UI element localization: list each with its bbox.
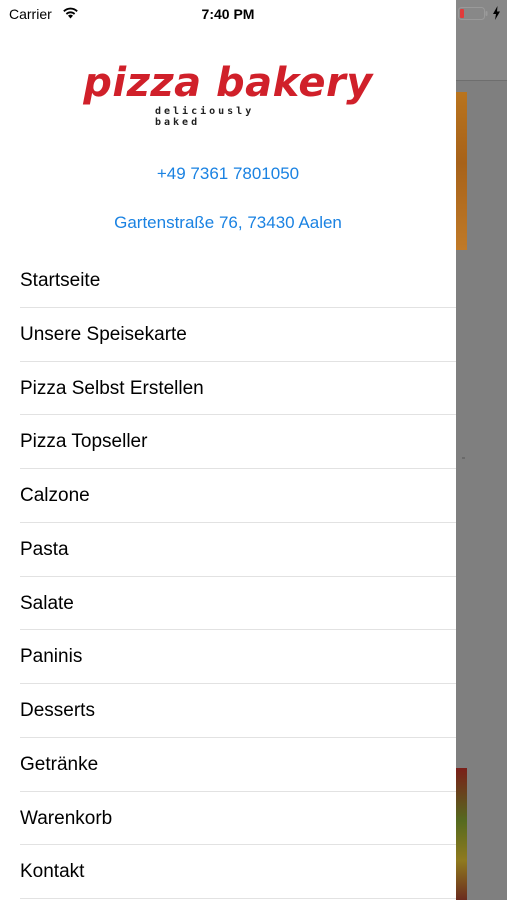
menu-item-label: Paninis (20, 646, 83, 668)
background-image-top (456, 92, 467, 250)
dimmed-background-content[interactable] (456, 0, 507, 900)
charging-bolt-icon (493, 6, 500, 20)
menu-item-kontakt[interactable]: Kontakt (0, 845, 456, 899)
address-link[interactable]: Gartenstraße 76, 73430 Aalen (0, 213, 456, 233)
menu-item-label: Startseite (20, 270, 101, 291)
side-menu-drawer: pizza bakery deliciously baked +49 7361 … (0, 0, 456, 900)
phone-link[interactable]: +49 7361 7801050 (0, 164, 456, 184)
logo-wordmark: pizza bakery (83, 60, 373, 106)
menu-item-pasta[interactable]: Pasta (0, 523, 456, 577)
menu-item-desserts[interactable]: Desserts (0, 684, 456, 738)
menu-item-label: Getränke (20, 753, 99, 775)
menu-item-unsere-speisekarte[interactable]: Unsere Speisekarte (0, 308, 456, 362)
menu-item-label: Calzone (20, 485, 90, 506)
menu-item-calzone[interactable]: Calzone (0, 469, 456, 523)
background-image-bottom (456, 768, 467, 900)
menu-item-label: Unsere Speisekarte (20, 323, 187, 345)
menu-item-label: Kontakt (20, 861, 85, 883)
menu-item-paninis[interactable]: Paninis (0, 630, 456, 684)
navigation-menu: Startseite Unsere Speisekarte Pizza Selb… (0, 254, 456, 899)
menu-item-label: Pasta (20, 538, 69, 560)
menu-item-pizza-selbst-erstellen[interactable]: Pizza Selbst Erstellen (0, 362, 456, 416)
pizza-bakery-logo: pizza bakery (0, 58, 456, 108)
menu-item-label: Pizza Selbst Erstellen (20, 377, 204, 399)
background-mark (462, 457, 465, 459)
clock-time: 7:40 PM (201, 6, 255, 22)
battery-icon (458, 7, 488, 20)
menu-item-label: Salate (20, 592, 74, 614)
menu-item-startseite[interactable]: Startseite (0, 254, 456, 308)
logo-tagline: deliciously baked (155, 106, 255, 128)
menu-item-warenkorb[interactable]: Warenkorb (0, 792, 456, 846)
menu-item-salate[interactable]: Salate (0, 577, 456, 631)
menu-separator (20, 898, 456, 899)
menu-item-label: Desserts (20, 700, 95, 721)
menu-item-label: Pizza Topseller (20, 431, 148, 453)
status-bar: Carrier 7:40 PM (0, 0, 507, 28)
menu-item-pizza-topseller[interactable]: Pizza Topseller (0, 415, 456, 469)
menu-item-getraenke[interactable]: Getränke (0, 738, 456, 792)
menu-item-label: Warenkorb (20, 807, 113, 829)
